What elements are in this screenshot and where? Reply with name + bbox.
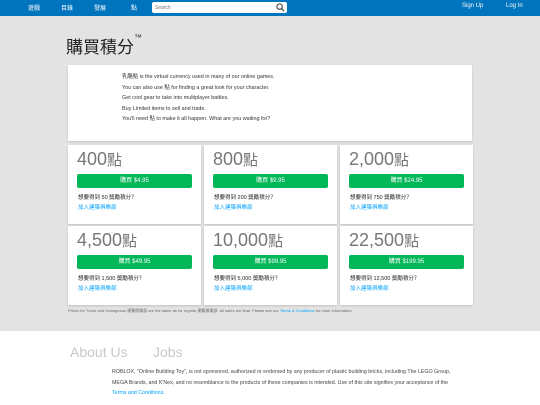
buy-button[interactable]: 購買 $199.95 (349, 255, 464, 269)
terms-link[interactable]: Terms & Conditions (280, 308, 315, 313)
intro-text: 乳酪點 is the virtual currency used in many… (122, 72, 275, 125)
bonus-text: 想要得到 1,500 獎勵積分？ (78, 276, 145, 282)
amount-unit: 點 (122, 233, 138, 250)
footer: About Us Jobs ROBLOX, "Online Building T… (0, 331, 540, 405)
buy-button[interactable]: 購買 $4.95 (77, 174, 192, 188)
terms-and-conditions-link[interactable]: Terms and Conditions (112, 390, 163, 396)
bonus-text: 想要得到 12,500 獎勵積分？ (350, 276, 420, 282)
amount-unit: 點 (394, 152, 410, 169)
search-input[interactable] (155, 3, 270, 12)
intro-line: Buy Limited items to sell and trade. (122, 105, 206, 112)
builders-club-link[interactable]: 加入建築俱樂部 (78, 284, 117, 292)
bonus-text: 想要得到 5,000 獎勵積分？ (214, 276, 281, 282)
robux-package-card: 2,000點 購買 $24.95 想要得到 750 獎勵積分？ 加入建築俱樂部 (340, 145, 473, 224)
intro-line: 乳酪點 is the virtual currency used in many… (122, 74, 275, 80)
footnote-text: Prices for Turbo and Outrageous 建築俱樂部 ar… (68, 308, 279, 313)
intro-line: Get cool gear to take into multiplayer b… (122, 95, 229, 101)
bonus-text: 想要得到 200 獎勵積分？ (214, 195, 276, 201)
amount-value: 4,500 (77, 230, 123, 250)
buy-button[interactable]: 購買 $24.95 (349, 174, 464, 188)
package-amount: 2,000點 (349, 149, 409, 170)
page-title-text: 購買積分 (66, 38, 134, 57)
package-amount: 800點 (213, 149, 258, 170)
page-title: 購買積分™ (66, 33, 142, 58)
nav-item-develop[interactable]: 發展 (94, 3, 106, 12)
intro-panel: 乳酪點 is the virtual currency used in many… (68, 65, 472, 141)
package-amount: 4,500點 (77, 230, 137, 251)
builders-club-link[interactable]: 加入建築俱樂部 (350, 284, 389, 292)
jobs-link[interactable]: Jobs (153, 344, 183, 360)
amount-unit: 點 (268, 233, 284, 250)
builders-club-link[interactable]: 加入建築俱樂部 (78, 203, 117, 211)
buy-button[interactable]: 購買 $99.95 (213, 255, 328, 269)
nav-item-robux[interactable]: 點 (131, 3, 137, 12)
robux-package-card: 22,500點 購買 $199.95 想要得到 12,500 獎勵積分？ 加入建… (340, 226, 473, 305)
amount-unit: 點 (404, 233, 420, 250)
nav-item-games[interactable]: 遊戲 (28, 3, 40, 12)
legal-end: . (163, 390, 165, 396)
legal-text: ROBLOX, "Online Building Toy", is not sp… (112, 369, 451, 386)
login-link[interactable]: Log In (506, 3, 523, 9)
amount-value: 400 (77, 149, 108, 169)
package-amount: 10,000點 (213, 230, 283, 251)
intro-line: You can also use 點 for finding a great l… (122, 84, 270, 91)
amount-value: 10,000 (213, 230, 269, 250)
intro-line: You'll need 點 to make it all happen. Wha… (122, 116, 271, 122)
about-us-link[interactable]: About Us (70, 344, 128, 360)
package-amount: 22,500點 (349, 230, 419, 251)
legal-disclaimer: ROBLOX, "Online Building Toy", is not sp… (112, 367, 462, 399)
amount-value: 22,500 (349, 230, 405, 250)
search-box (152, 2, 287, 13)
search-icon[interactable] (276, 3, 285, 12)
robux-package-card: 10,000點 購買 $99.95 想要得到 5,000 獎勵積分？ 加入建築俱… (204, 226, 337, 305)
builders-club-link[interactable]: 加入建築俱樂部 (350, 203, 389, 211)
amount-unit: 點 (243, 152, 259, 169)
amount-unit: 點 (107, 152, 123, 169)
bonus-text: 想要得到 50 獎勵積分？ (78, 195, 137, 201)
footnote-end: for more information. (315, 308, 353, 313)
trademark-symbol: ™ (134, 33, 142, 42)
top-nav-bar: 遊戲 目錄 發展 點 Sign Up Log In (0, 0, 540, 16)
pricing-footnote: Prices for Turbo and Outrageous 建築俱樂部 ar… (68, 308, 353, 314)
signup-link[interactable]: Sign Up (462, 3, 483, 9)
builders-club-link[interactable]: 加入建築俱樂部 (214, 203, 253, 211)
buy-button[interactable]: 購買 $49.95 (77, 255, 192, 269)
buy-button[interactable]: 購買 $9.95 (213, 174, 328, 188)
amount-value: 800 (213, 149, 244, 169)
builders-club-link[interactable]: 加入建築俱樂部 (214, 284, 253, 292)
nav-item-catalog[interactable]: 目錄 (61, 3, 73, 12)
amount-value: 2,000 (349, 149, 395, 169)
robux-package-card: 400點 購買 $4.95 想要得到 50 獎勵積分？ 加入建築俱樂部 (68, 145, 201, 224)
package-amount: 400點 (77, 149, 122, 170)
robux-package-card: 4,500點 購買 $49.95 想要得到 1,500 獎勵積分？ 加入建築俱樂… (68, 226, 201, 305)
bonus-text: 想要得到 750 獎勵積分？ (350, 195, 412, 201)
robux-package-card: 800點 購買 $9.95 想要得到 200 獎勵積分？ 加入建築俱樂部 (204, 145, 337, 224)
